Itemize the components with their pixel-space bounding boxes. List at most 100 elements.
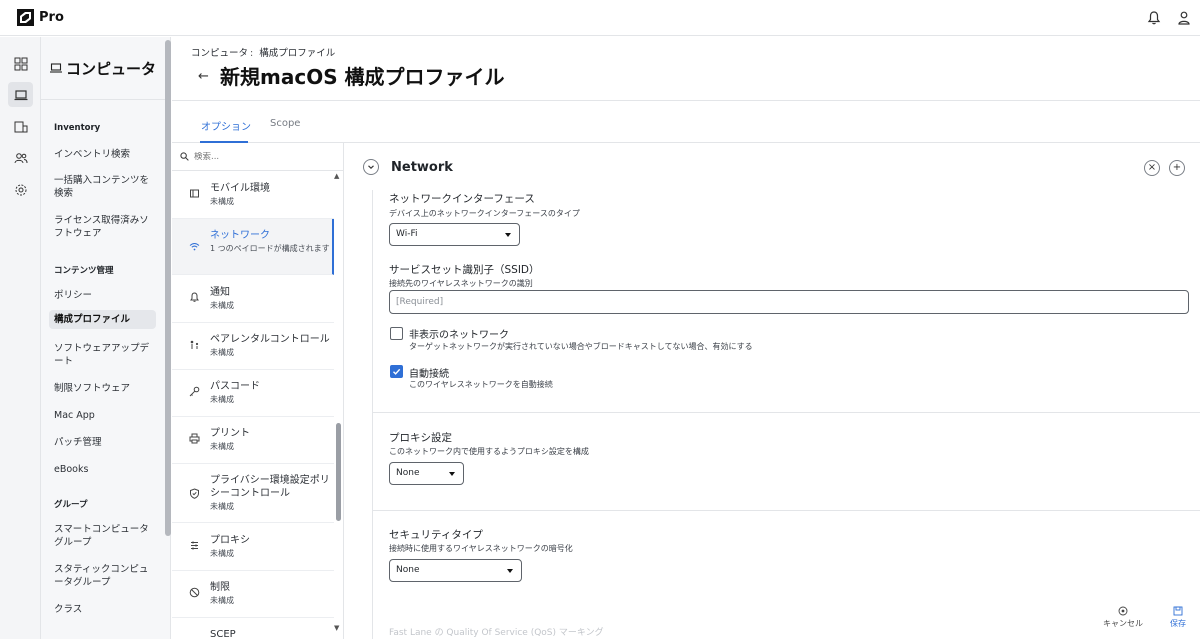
payload-name: プロキシ [210, 535, 250, 546]
payload-name: プリント [210, 428, 250, 439]
payload-item-network[interactable]: ネットワーク 1 つのペイロードが構成されます [172, 219, 334, 275]
interface-help: デバイス上のネットワークインターフェースのタイプ [389, 209, 580, 218]
sidebar-item-static-groups[interactable]: スタティックコンピュータグループ [49, 560, 156, 592]
payload-search-input[interactable] [194, 151, 334, 162]
payload-name: モバイル環境 [210, 183, 270, 194]
user-icon[interactable] [1176, 10, 1192, 26]
payload-item-scep[interactable]: SCEP [172, 618, 334, 639]
sidebar-item-smart-groups[interactable]: スマートコンピュータグループ [49, 520, 156, 552]
sidebar-section-inventory: Inventory [54, 123, 101, 133]
autojoin-checkbox[interactable] [390, 365, 403, 378]
family-icon [190, 340, 199, 349]
ssid-label: サービスセット識別子（SSID） [389, 264, 540, 276]
dashboard-icon [14, 57, 27, 70]
rail-dashboard[interactable] [8, 51, 33, 76]
cancel-button[interactable]: キャンセル [1103, 606, 1143, 629]
sidebar-item-licensed-software[interactable]: ライセンス取得済みソフトウェア [49, 211, 156, 243]
sidebar-item-patch-management[interactable]: パッチ管理 [49, 433, 156, 452]
payload-item-restrictions[interactable]: 制限 未構成 [172, 571, 334, 618]
users-icon [14, 152, 27, 163]
sidebar-item-mac-apps[interactable]: Mac App [49, 406, 156, 425]
payload-item-passcode[interactable]: パスコード 未構成 [172, 370, 334, 417]
save-button[interactable]: 保存 [1170, 606, 1186, 629]
divider [373, 510, 1200, 511]
hidden-network-label: 非表示のネットワーク [409, 330, 509, 341]
breadcrumb-current[interactable]: 構成プロファイル [259, 48, 335, 59]
divider [373, 412, 1200, 413]
computer-icon [14, 89, 27, 100]
qos-label-faded: Fast Lane の Quality Of Service (QoS) マーキ… [389, 628, 604, 638]
payload-status: 未構成 [210, 197, 234, 206]
proxy-select[interactable]: None [389, 462, 464, 485]
payload-item-parental[interactable]: ペアレンタルコントロール 未構成 [172, 323, 334, 370]
rail-users[interactable] [8, 145, 33, 170]
sidebar-item-software-updates[interactable]: ソフトウェアアップデート [49, 339, 156, 371]
security-value: None [396, 565, 420, 575]
sidebar-item-classes[interactable]: クラス [49, 600, 156, 619]
collapse-button[interactable] [363, 159, 379, 175]
sidebar: コンピュータ Inventory インベントリ検索 一括購入コンテンツを検索 ラ… [41, 37, 171, 639]
settings-icon [15, 184, 26, 195]
security-select[interactable]: None [389, 559, 522, 582]
cancel-icon [1118, 606, 1128, 616]
back-arrow-icon[interactable]: ← [198, 69, 209, 84]
mobile-icon [190, 189, 199, 198]
proxy-label: プロキシ設定 [389, 432, 452, 444]
payload-status: 未構成 [210, 502, 234, 511]
scroll-down-icon[interactable]: ▼ [334, 624, 339, 632]
payload-scrollbar[interactable] [336, 423, 341, 521]
key-icon [189, 386, 200, 397]
tab-scope[interactable]: Scope [270, 118, 300, 129]
caret-down-icon [507, 569, 513, 573]
payload-status: 未構成 [210, 348, 234, 357]
sidebar-title: コンピュータ [66, 59, 157, 78]
rail-computers[interactable] [8, 82, 33, 107]
add-payload-button[interactable]: + [1169, 160, 1185, 176]
payload-item-mobility[interactable]: モバイル環境 未構成 [172, 172, 334, 219]
tab-options[interactable]: オプション [201, 118, 251, 133]
brand[interactable]: Pro [17, 9, 64, 26]
scroll-up-icon[interactable]: ▲ [334, 172, 339, 180]
ssid-help: 接続先のワイヤレスネットワークの識別 [389, 279, 533, 288]
payload-status: 未構成 [210, 596, 234, 605]
bell-icon[interactable] [1146, 10, 1162, 26]
payload-status: 1 つのペイロードが構成されます [210, 244, 330, 253]
network-panel: Network × + ネットワークインターフェース デバイス上のネットワークイ… [345, 143, 1200, 639]
payload-item-printing[interactable]: プリント 未構成 [172, 417, 334, 464]
sidebar-item-ebooks[interactable]: eBooks [49, 460, 156, 479]
sidebar-header: コンピュータ [41, 37, 170, 100]
computer-icon [50, 63, 62, 73]
sidebar-scrollbar[interactable] [165, 40, 171, 536]
payload-item-notifications[interactable]: 通知 未構成 [172, 276, 334, 323]
payload-name: ペアレンタルコントロール [210, 334, 330, 345]
autojoin-label: 自動接続 [409, 369, 449, 380]
search-icon [180, 152, 189, 161]
sidebar-item-purchased-content[interactable]: 一括購入コンテンツを検索 [49, 171, 156, 203]
breadcrumb: コンピュータ: 構成プロファイル [191, 45, 335, 59]
sidebar-item-inventory-search[interactable]: インベントリ検索 [49, 145, 156, 164]
brand-name: Pro [39, 10, 64, 25]
payload-item-proxy[interactable]: プロキシ 未構成 [172, 524, 334, 571]
breadcrumb-parent[interactable]: コンピュータ [191, 48, 248, 59]
network-form: ネットワークインターフェース デバイス上のネットワークインターフェースのタイプ … [372, 190, 1200, 639]
payload-status: 未構成 [210, 442, 234, 451]
proxy-value: None [396, 468, 420, 478]
sidebar-item-config-profiles[interactable]: 構成プロファイル [49, 310, 156, 329]
hidden-network-checkbox[interactable] [390, 327, 403, 340]
payload-name: SCEP [210, 629, 236, 639]
top-bar: Pro [0, 0, 1200, 36]
interface-select[interactable]: Wi-Fi [389, 223, 520, 246]
payload-status: 未構成 [210, 301, 234, 310]
payload-item-privacy[interactable]: プライバシー環境設定ポリシーコントロール 未構成 [172, 464, 334, 523]
sidebar-item-restricted-software[interactable]: 制限ソフトウェア [49, 379, 156, 398]
remove-payload-button[interactable]: × [1144, 160, 1160, 176]
devices-icon [14, 121, 27, 132]
proxy-icon [191, 541, 198, 550]
block-icon [189, 587, 200, 598]
save-icon [1173, 606, 1183, 616]
rail-settings[interactable] [8, 177, 33, 202]
ssid-input[interactable]: [Required] [389, 290, 1189, 314]
sidebar-item-policies[interactable]: ポリシー [49, 286, 156, 305]
page-header: コンピュータ: 構成プロファイル ← 新規macOS 構成プロファイル [172, 37, 1200, 101]
rail-devices[interactable] [8, 114, 33, 139]
